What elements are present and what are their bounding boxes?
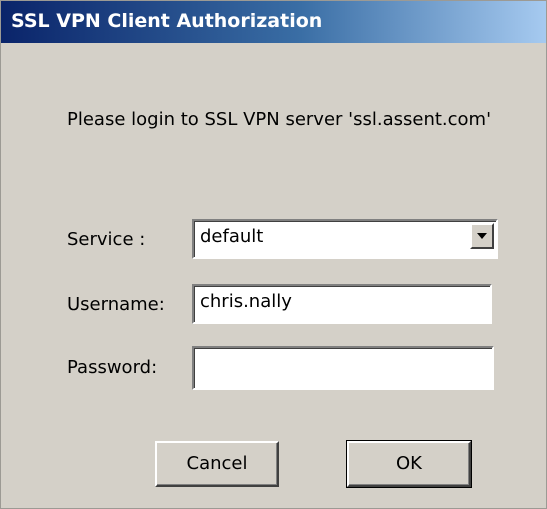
service-select[interactable]: default (192, 219, 498, 259)
service-label: Service : (67, 229, 146, 250)
window-title: SSL VPN Client Authorization (11, 10, 323, 32)
login-dialog: SSL VPN Client Authorization Please logi… (0, 0, 547, 509)
cancel-button[interactable]: Cancel (155, 441, 279, 487)
username-field[interactable]: chris.nally (192, 284, 492, 324)
password-label: Password: (67, 357, 158, 378)
title-bar[interactable]: SSL VPN Client Authorization (1, 1, 546, 43)
login-prompt: Please login to SSL VPN server 'ssl.asse… (67, 109, 492, 130)
chevron-down-icon (477, 233, 487, 239)
ok-button[interactable]: OK (346, 440, 472, 488)
username-value: chris.nally (200, 291, 292, 312)
service-select-value: default (200, 226, 264, 247)
password-field[interactable] (192, 346, 494, 390)
service-dropdown-button[interactable] (470, 223, 494, 249)
username-label: Username: (67, 294, 165, 315)
